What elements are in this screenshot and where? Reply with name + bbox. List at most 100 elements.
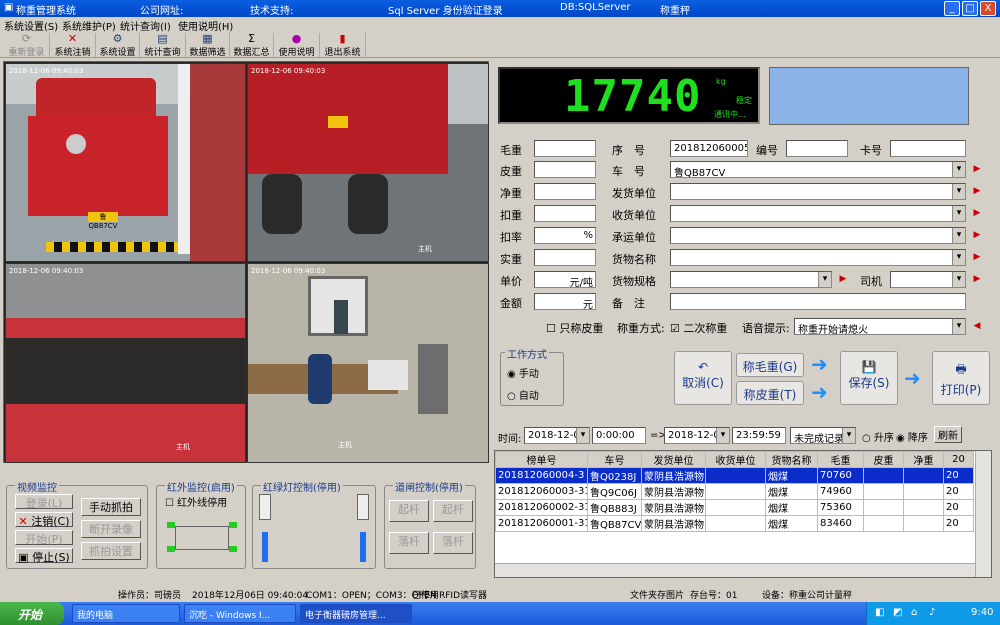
column-header[interactable]: 毛重 <box>817 451 864 468</box>
clock[interactable]: 9:40 <box>971 607 993 618</box>
video-stop-button[interactable]: ▣ 停止(S) <box>15 548 73 564</box>
gate-up-button-2[interactable]: 起杆 <box>433 500 473 522</box>
print-button[interactable]: 🖶 打印(P) <box>932 351 990 405</box>
unit-price-field[interactable]: 元/吨 <box>534 271 596 288</box>
summary-button[interactable]: Σ 数据汇总 <box>230 33 274 58</box>
camera-view-2[interactable]: 2018-12-06 09:40:03 主机 <box>247 63 489 262</box>
tare-only-checkbox[interactable]: ☐ 只称皮重 <box>546 320 603 336</box>
time-to-field[interactable]: 23:59:59 <box>732 427 786 444</box>
goods-select[interactable] <box>670 249 966 266</box>
menu-help[interactable]: 使用说明(H) <box>178 18 233 33</box>
column-header[interactable]: 货物名称 <box>765 451 818 468</box>
gate-down-button-1[interactable]: 落杆 <box>389 532 429 554</box>
video-logout-button[interactable]: ✕ 注销(C) <box>15 512 73 528</box>
receiver-select[interactable] <box>670 205 966 222</box>
voice-select[interactable]: 称重开始请熄火 <box>794 318 966 335</box>
time-from-field[interactable]: 0:00:00 <box>592 427 646 444</box>
manual-capture-button[interactable]: 手动抓拍 <box>81 498 141 516</box>
deduct-field[interactable] <box>534 205 596 222</box>
date-from-select[interactable]: 2018-12-06 <box>524 427 590 444</box>
ascending-radio[interactable]: ○ 升序 <box>862 429 894 444</box>
net-field[interactable] <box>534 183 596 200</box>
stats-button[interactable]: ▤ 统计查询 <box>140 33 186 58</box>
date-to-select[interactable]: 2018-12-06 <box>664 427 730 444</box>
record-status-select[interactable]: 未完成记录 <box>790 427 856 444</box>
camera-view-3[interactable]: 2018-12-06 09:40:03 主机 <box>5 263 246 463</box>
weigh-gross-button[interactable]: 称毛重(G) <box>736 353 804 377</box>
column-header[interactable]: 榜单号 <box>495 451 588 468</box>
settings-button[interactable]: ⚙ 系统设置 <box>96 33 140 58</box>
column-header[interactable]: 发货单位 <box>641 451 706 468</box>
video-login-button[interactable]: 登录(L) <box>15 494 73 510</box>
taskbar-item-weighing-app[interactable]: 电子衡器磅房管理... <box>300 604 412 623</box>
serial-field[interactable]: 201812060005 <box>670 140 748 157</box>
table-row[interactable]: 201812060002-31 鲁QB883J 蒙阴县浩源物 烟煤 75360 20 <box>495 499 974 516</box>
filter-button[interactable]: ▦ 数据筛选 <box>186 33 230 58</box>
gross-field[interactable] <box>534 140 596 157</box>
plate-select[interactable]: 鲁QB87CV <box>670 161 966 178</box>
exit-button[interactable]: ▮ 退出系统 <box>320 33 366 58</box>
edit-list-icon[interactable]: ▶ <box>970 251 984 264</box>
close-button[interactable]: X <box>980 1 996 16</box>
edit-list-icon[interactable]: ▶ <box>970 207 984 220</box>
horizontal-scrollbar[interactable] <box>495 563 975 577</box>
sender-select[interactable] <box>670 183 966 200</box>
table-row[interactable]: 201812060004-3 鲁Q0238J 蒙阴县浩源物 烟煤 70760 20 <box>495 467 974 484</box>
relogin-button[interactable]: ⟳ 重新登录 <box>4 33 50 58</box>
table-row[interactable]: 201812060001-31 鲁QB87CV 蒙阴县浩源物 烟煤 83460 20 <box>495 515 974 532</box>
carrier-select[interactable] <box>670 227 966 244</box>
speaker-icon[interactable]: ◀ <box>970 320 984 333</box>
start-button[interactable]: 开始 <box>0 602 64 625</box>
edit-list-icon[interactable]: ▶ <box>970 273 984 286</box>
second-weigh-checkbox[interactable]: ☑ 二次称重 <box>670 320 727 336</box>
taskbar-item-browser[interactable]: 沉吃 - Windows I... <box>184 604 296 623</box>
column-header[interactable]: 皮重 <box>863 451 904 468</box>
actual-field[interactable] <box>534 249 596 266</box>
save-button[interactable]: 💾 保存(S) <box>840 351 898 405</box>
taskbar-item-my-computer[interactable]: 我的电脑 <box>72 604 180 623</box>
edit-list-icon[interactable]: ▶ <box>970 229 984 242</box>
column-header[interactable]: 车号 <box>587 451 642 468</box>
edit-list-icon[interactable]: ▶ <box>970 185 984 198</box>
help-button[interactable]: ● 使用说明 <box>274 33 320 58</box>
camera-view-4[interactable]: 2018-12-06 09:40:03 主机 <box>247 263 489 463</box>
video-start-button[interactable]: 开始(P) <box>15 530 73 546</box>
camera-view-1[interactable]: 鲁QB87CV 2018-12-06 09:40:03 <box>5 63 246 262</box>
column-header[interactable]: 20 <box>943 451 974 468</box>
refresh-button[interactable]: 刷新 <box>934 426 962 443</box>
driver-select[interactable] <box>890 271 966 288</box>
auto-radio[interactable]: ○ 自动 <box>507 387 539 402</box>
menu-statistics[interactable]: 统计查询(I) <box>120 18 171 33</box>
spec-select[interactable] <box>670 271 832 288</box>
tray-icon[interactable]: ◧ <box>875 607 884 618</box>
cancel-button[interactable]: ↶ 取消(C) <box>674 351 732 405</box>
number-field[interactable] <box>786 140 848 157</box>
vertical-scrollbar[interactable] <box>975 451 991 577</box>
card-field[interactable] <box>890 140 966 157</box>
capture-settings-button[interactable]: 抓拍设置 <box>81 542 141 560</box>
logout-button[interactable]: ✕ 系统注销 <box>50 33 96 58</box>
edit-list-icon[interactable]: ▶ <box>836 273 850 286</box>
column-header[interactable]: 净重 <box>903 451 944 468</box>
menu-system-maintenance[interactable]: 系统维护(P) <box>62 18 116 33</box>
minimize-button[interactable]: _ <box>944 1 960 16</box>
gate-down-button-2[interactable]: 落杆 <box>433 532 473 554</box>
weigh-tare-button[interactable]: 称皮重(T) <box>736 381 804 405</box>
manual-radio[interactable]: ◉ 手动 <box>507 365 539 380</box>
edit-list-icon[interactable]: ▶ <box>970 163 984 176</box>
gate-up-button-1[interactable]: 起杆 <box>389 500 429 522</box>
stop-recording-button[interactable]: 断开录像 <box>81 520 141 538</box>
table-row[interactable]: 201812060003-31 鲁Q9C06J 蒙阴县浩源物 烟煤 74960 20 <box>495 483 974 500</box>
tray-icon[interactable]: ◩ <box>893 607 902 618</box>
deduct-rate-field[interactable]: % <box>534 227 596 244</box>
descending-radio[interactable]: ◉ 降序 <box>896 429 928 444</box>
tare-field[interactable] <box>534 161 596 178</box>
column-header[interactable]: 收货单位 <box>705 451 766 468</box>
infrared-disable-checkbox[interactable]: ☐ 红外线停用 <box>165 494 227 509</box>
remark-field[interactable] <box>670 293 966 310</box>
menu-system-settings[interactable]: 系统设置(S) <box>4 18 58 33</box>
maximize-button[interactable]: □ <box>962 1 978 16</box>
volume-icon[interactable]: ♪ <box>929 607 935 618</box>
amount-field[interactable]: 元 <box>534 293 596 310</box>
network-icon[interactable]: ⌂ <box>911 607 917 618</box>
